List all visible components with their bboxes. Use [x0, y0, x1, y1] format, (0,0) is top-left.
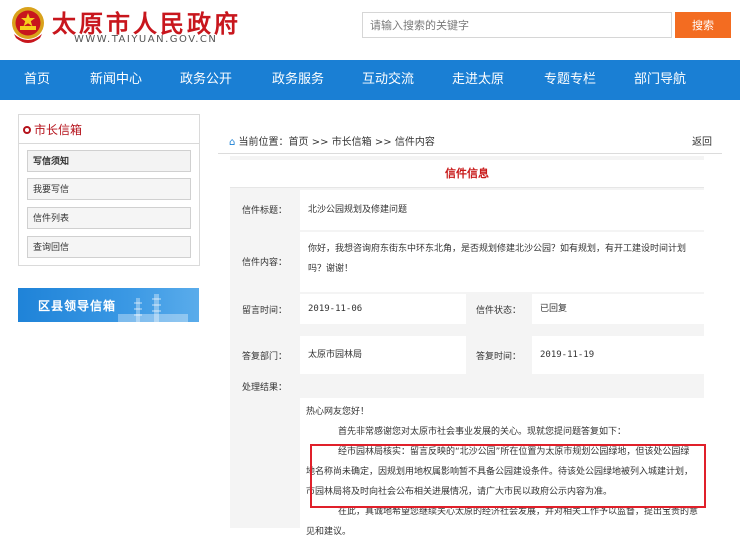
main-nav: 首页 新闻中心 政务公开 政务服务 互动交流 走进太原 专题专栏 部门导航 [0, 60, 740, 100]
search-box [362, 12, 672, 38]
breadcrumb-prefix: 当前位置： [238, 137, 289, 148]
result-greeting: 热心网友您好！ [306, 407, 370, 417]
result-intro: 首先非常感谢您对太原市社会事业发展的关心。现就您提问题答复如下： [338, 427, 627, 437]
message-time-label: 留言时间： [242, 306, 288, 316]
nav-item-news[interactable]: 新闻中心 [90, 60, 142, 100]
reply-dept-value: 太原市园林局 [300, 336, 466, 374]
sidebar-item-write-letter[interactable]: 我要写信 [27, 178, 191, 200]
nav-item-special-topics[interactable]: 专题专栏 [544, 60, 596, 100]
reply-dept-label: 答复部门： [242, 352, 288, 362]
sidebar-title-label: 市长信箱 [34, 123, 83, 137]
sidebar-title: 市长信箱 [23, 121, 82, 138]
search-button[interactable]: 搜索 [675, 12, 731, 38]
status-value: 已回复 [532, 294, 704, 324]
breadcrumb-separator: >> [374, 137, 392, 148]
result-label: 处理结果： [242, 383, 288, 393]
result-main-reply: 经市园林局核实：留言反映的“北沙公园”所在位置为太原市规划公园绿地，但该处公园绿… [306, 447, 694, 497]
breadcrumb-current: 信件内容 [394, 137, 435, 148]
result-closing: 在此，真诚地希望您继续关心太原的经济社会发展，并对相关工作予以监督，提出宝贵的意… [306, 507, 699, 537]
letter-content-label: 信件内容： [242, 258, 288, 268]
circle-icon [23, 126, 31, 134]
letter-detail-panel: ⌂ 当前位置：首页 >> 市长信箱 >> 信件内容 返回 信件信息 信件标题： … [218, 118, 722, 537]
breadcrumb-home[interactable]: 首页 [289, 137, 309, 148]
divider [19, 143, 199, 144]
breadcrumb: ⌂ 当前位置：首页 >> 市长信箱 >> 信件内容 返回 [218, 124, 722, 154]
sidebar-item-query-reply[interactable]: 查询回信 [27, 236, 191, 258]
district-leader-mailbox-banner[interactable]: 区县领导信箱 [18, 288, 199, 322]
reply-time-value: 2019-11-19 [532, 336, 704, 374]
status-label: 信件状态： [476, 306, 522, 316]
nav-item-home[interactable]: 首页 [24, 60, 50, 100]
nav-item-about-taiyuan[interactable]: 走进太原 [452, 60, 504, 100]
site-url: WWW.TAIYUAN.GOV.CN [74, 34, 218, 45]
sidebar-item-letter-list[interactable]: 信件列表 [27, 207, 191, 229]
letter-info-title: 信件信息 [230, 160, 704, 188]
reply-time-label: 答复时间： [476, 352, 522, 362]
breadcrumb-separator: >> [311, 137, 329, 148]
result-content: 热心网友您好！ 首先非常感谢您对太原市社会事业发展的关心。现就您提问题答复如下：… [300, 398, 704, 537]
home-icon: ⌂ [229, 137, 236, 148]
sidebar-item-writing-notice[interactable]: 写信须知 [27, 150, 191, 172]
letter-info-table: 信件信息 信件标题： 北沙公园规划及修建问题 信件内容： 你好，我想咨询府东街东… [230, 156, 706, 537]
search-input[interactable] [363, 13, 671, 37]
back-link[interactable]: 返回 [692, 133, 712, 148]
breadcrumb-path: ⌂ 当前位置：首页 >> 市长信箱 >> 信件内容 [229, 133, 435, 148]
message-time-value: 2019-11-06 [300, 294, 466, 324]
district-banner-label: 区县领导信箱 [38, 299, 117, 313]
nav-item-gov-open[interactable]: 政务公开 [180, 60, 232, 100]
letter-title-value: 北沙公园规划及修建问题 [300, 190, 704, 230]
breadcrumb-mailbox[interactable]: 市长信箱 [332, 137, 372, 148]
sidebar-mayor-mailbox: 市长信箱 写信须知 我要写信 信件列表 查询回信 [18, 114, 200, 266]
letter-title-label: 信件标题： [242, 206, 288, 216]
site-header: 太原市人民政府 WWW.TAIYUAN.GOV.CN 搜索 [0, 0, 740, 60]
national-emblem-icon[interactable] [8, 4, 48, 46]
letter-content-value: 你好，我想咨询府东街东中环东北角，是否规划修建北沙公园？如有规划，有开工建设时间… [300, 232, 704, 292]
nav-item-gov-service[interactable]: 政务服务 [272, 60, 324, 100]
nav-item-department-nav[interactable]: 部门导航 [634, 60, 686, 100]
nav-item-interaction[interactable]: 互动交流 [362, 60, 414, 100]
